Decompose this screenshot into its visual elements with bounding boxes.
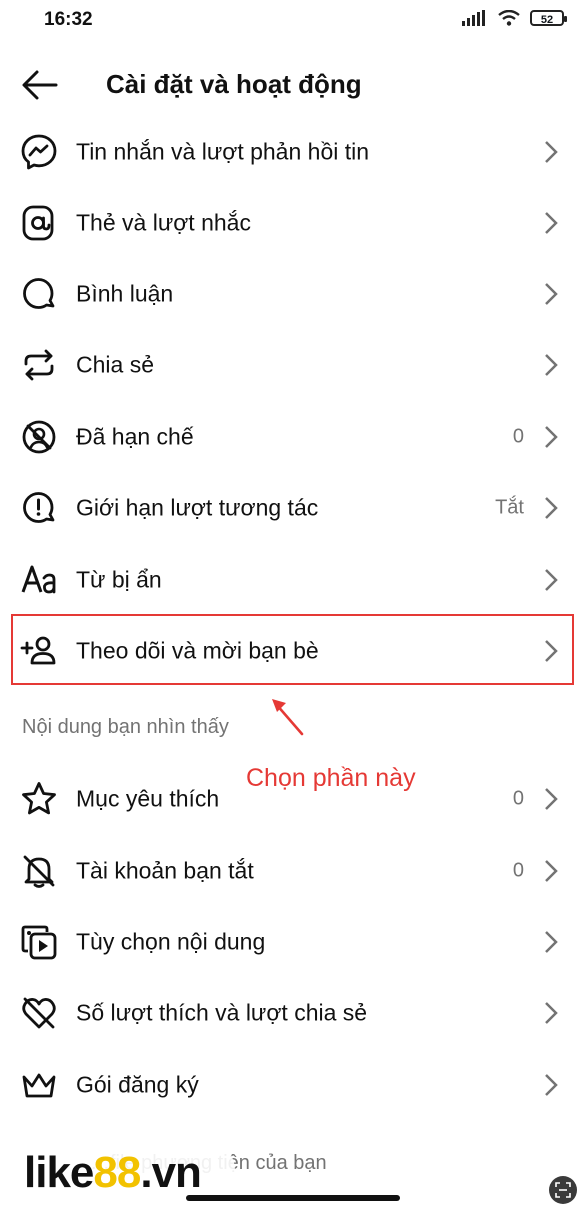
settings-item-label: Bình luận xyxy=(76,280,174,306)
settings-item-hidden-words[interactable]: Từ bị ẩn xyxy=(0,544,586,615)
heart-slash-icon xyxy=(22,997,56,1028)
back-button[interactable] xyxy=(20,68,60,102)
at-sign-icon xyxy=(22,205,54,240)
chevron-right-icon xyxy=(545,496,558,519)
settings-item-messages[interactable]: Tin nhắn và lượt phản hồi tin xyxy=(0,116,586,187)
status-bar: 16:32 52 xyxy=(0,0,586,40)
wifi-icon xyxy=(498,10,520,26)
section-title: Nội dung bạn nhìn thấy xyxy=(22,716,229,738)
back-arrow-icon xyxy=(22,70,58,100)
muted-bell-icon xyxy=(23,855,55,888)
settings-item-label: Theo dõi và mời bạn bè xyxy=(76,637,319,663)
settings-item-label: Đã hạn chế xyxy=(76,423,194,449)
chevron-right-icon xyxy=(545,1073,558,1096)
signal-icon xyxy=(462,10,485,26)
home-indicator[interactable] xyxy=(186,1195,400,1201)
settings-item-label: Chia sẻ xyxy=(76,351,154,377)
settings-item-restricted[interactable]: Đã hạn chế 0 xyxy=(0,401,586,472)
star-icon xyxy=(22,781,56,814)
settings-item-label: Tùy chọn nội dung xyxy=(76,928,266,954)
settings-item-likes-shares[interactable]: Số lượt thích và lượt chia sẻ xyxy=(0,977,586,1048)
settings-item-comments[interactable]: Bình luận xyxy=(0,258,586,329)
app-header: Cài đặt và hoạt động xyxy=(0,58,586,112)
settings-item-label: Thẻ và lượt nhắc xyxy=(76,209,251,235)
chevron-right-icon xyxy=(545,425,558,448)
hidden-words-icon xyxy=(21,565,56,593)
chevron-right-icon xyxy=(545,353,558,376)
restricted-icon xyxy=(22,420,56,453)
comment-icon xyxy=(23,277,55,309)
settings-item-value: 0 xyxy=(512,787,524,809)
settings-item-label: Số lượt thích và lượt chia sẻ xyxy=(76,999,368,1025)
settings-item-label: Mục yêu thích xyxy=(76,785,220,811)
scan-icon xyxy=(555,1182,571,1198)
follow-invite-icon xyxy=(20,636,56,664)
settings-item-content-preferences[interactable]: Tùy chọn nội dung xyxy=(0,906,586,977)
settings-item-subscriptions[interactable]: Gói đăng ký xyxy=(0,1049,586,1120)
settings-item-label: Tin nhắn và lượt phản hồi tin xyxy=(76,138,370,164)
page-title: Cài đặt và hoạt động xyxy=(106,69,362,99)
settings-item-follow-invite[interactable]: Theo dõi và mời bạn bè xyxy=(0,615,586,686)
settings-item-label: Tài khoản bạn tắt xyxy=(76,857,254,883)
chevron-right-icon xyxy=(545,859,558,882)
settings-item-tags-mentions[interactable]: Thẻ và lượt nhắc xyxy=(0,187,586,258)
chevron-right-icon xyxy=(545,639,558,662)
limit-interactions-icon xyxy=(23,491,55,523)
settings-item-favorites[interactable]: Mục yêu thích 0 xyxy=(0,763,586,834)
share-icon xyxy=(24,349,54,380)
chevron-right-icon xyxy=(545,568,558,591)
settings-item-value: 0 xyxy=(512,425,524,447)
settings-item-label: Giới hạn lượt tương tác xyxy=(76,494,319,520)
chevron-right-icon xyxy=(545,930,558,953)
crown-icon xyxy=(22,1073,56,1097)
screen-translate-button[interactable] xyxy=(549,1176,577,1204)
chevron-right-icon xyxy=(545,787,558,810)
settings-item-muted-accounts[interactable]: Tài khoản bạn tắt 0 xyxy=(0,835,586,906)
settings-item-label: Gói đăng ký xyxy=(76,1071,199,1097)
settings-item-value: Tắt xyxy=(495,496,524,518)
settings-item-sharing[interactable]: Chia sẻ xyxy=(0,329,586,400)
battery-indicator: 52 xyxy=(530,10,567,26)
annotation-arrow-icon xyxy=(272,699,304,736)
chevron-right-icon xyxy=(545,140,558,163)
status-icons: 52 xyxy=(462,10,567,26)
settings-item-limit-interactions[interactable]: Giới hạn lượt tương tác Tắt xyxy=(0,472,586,543)
chevron-right-icon xyxy=(545,1001,558,1024)
chevron-right-icon xyxy=(545,282,558,305)
settings-item-label: Từ bị ẩn xyxy=(76,566,162,592)
status-time: 16:32 xyxy=(44,9,93,30)
settings-item-value: 0 xyxy=(512,859,524,881)
content-preferences-icon xyxy=(21,925,57,959)
messenger-icon xyxy=(21,134,57,169)
chevron-right-icon xyxy=(545,211,558,234)
